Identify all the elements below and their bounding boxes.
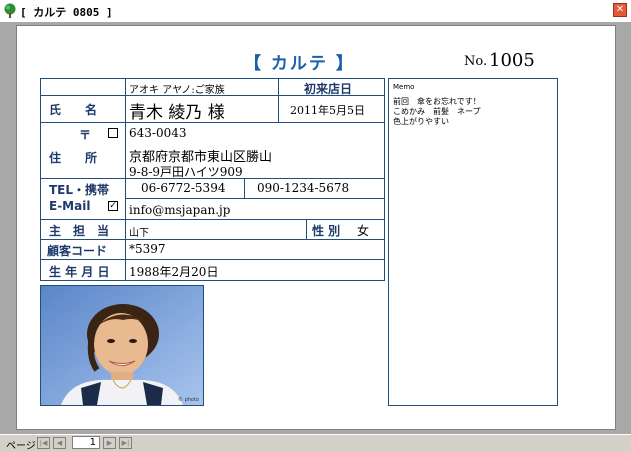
memo-label: Memo — [393, 83, 415, 91]
page-title: 【 カルテ 】 — [244, 54, 355, 74]
birthday[interactable]: 1988年2月20日 — [129, 263, 218, 280]
status-bar: ページ |◀ ◀ 1 ▶ ▶| — [0, 434, 631, 452]
birthday-label: 生 年 月 日 — [49, 265, 110, 279]
staff-label: 主 担 当 — [49, 224, 110, 238]
mobile-number[interactable]: 090-1234-5678 — [257, 181, 349, 195]
email-label: E-Mail — [49, 199, 91, 213]
email-checkbox[interactable]: ✓ — [108, 201, 118, 211]
postal-code[interactable]: 643-0043 — [129, 126, 187, 140]
page-label: ページ — [6, 441, 36, 452]
gender-value[interactable]: 女 — [357, 222, 369, 239]
first-page-button[interactable]: |◀ — [37, 437, 50, 449]
tel-number[interactable]: 06-6772-5394 — [141, 181, 225, 195]
close-button[interactable]: ✕ — [613, 3, 627, 17]
memo-box[interactable]: Memo 前回 傘をお忘れです！ こめかみ 前髪 ネープ 色上がりやすい — [388, 78, 558, 406]
record-number: 1005 — [489, 50, 535, 71]
postal-checkbox[interactable] — [108, 128, 118, 138]
gender-label: 性 別 — [312, 224, 341, 238]
customer-code[interactable]: *5397 — [129, 242, 166, 256]
next-page-button[interactable]: ▶ — [103, 437, 116, 449]
first-visit-label: 初来店日 — [304, 82, 353, 96]
furigana: アオキ アヤノ:ご家族 — [129, 85, 225, 96]
email-address[interactable]: info@msjapan.jp — [129, 203, 230, 217]
customer-code-label: 顧客コード — [47, 244, 108, 258]
address-line-2[interactable]: 9-8-9戸田ハイツ909 — [129, 163, 243, 180]
prev-page-button[interactable]: ◀ — [53, 437, 66, 449]
page-number-input[interactable]: 1 — [72, 436, 100, 449]
memo-text[interactable]: 前回 傘をお忘れです！ こめかみ 前髪 ネープ 色上がりやすい — [393, 97, 481, 127]
tree-icon — [4, 3, 16, 18]
title-bar: [ カルテ 0805 ] ✕ — [0, 0, 631, 23]
postal-label: 〒 — [79, 128, 92, 142]
tel-label: TEL・携帯 — [49, 183, 110, 197]
customer-name[interactable]: 青木 綾乃 様 — [129, 98, 225, 123]
window-title: [ カルテ 0805 ] — [20, 6, 113, 19]
staff-name[interactable]: 山下 — [129, 224, 149, 239]
name-label: 氏 名 — [49, 103, 98, 117]
portrait-image — [41, 286, 203, 405]
photo-credit: © photo — [177, 397, 199, 403]
customer-photo: © photo — [40, 285, 204, 406]
customer-card: アオキ アヤノ:ご家族 初来店日 氏 名 青木 綾乃 様 2011年5月5日 〒… — [40, 78, 385, 281]
number-label: No. — [464, 54, 488, 69]
last-page-button[interactable]: ▶| — [119, 437, 132, 449]
first-visit-date[interactable]: 2011年5月5日 — [290, 102, 365, 118]
address-label: 住 所 — [49, 151, 98, 165]
